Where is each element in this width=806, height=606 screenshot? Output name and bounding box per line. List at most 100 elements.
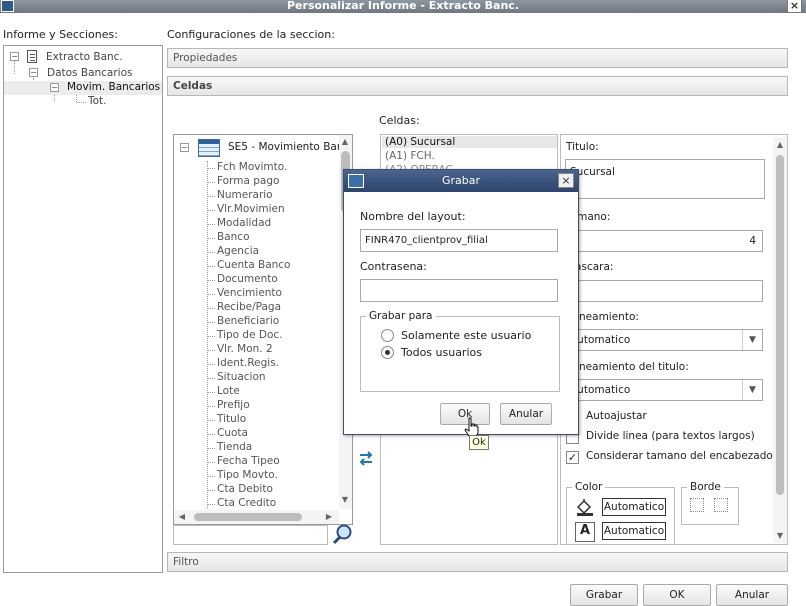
cell-item-a1[interactable]: (A1) FCH. [385,150,435,162]
titulo-label: Titulo: [566,141,599,153]
radio-solamente-usuario[interactable] [381,329,394,342]
informe-secciones-label: Informe y Secciones: [3,28,118,41]
field-item[interactable]: Agencia [217,245,259,257]
fill-color-button[interactable]: Automatico [602,498,666,516]
celdas-label: Celdas: [379,114,420,127]
border-icon[interactable] [690,498,704,512]
report-sections-tree[interactable]: − Extracto Banc. − Datos Bancarios − Mov… [3,45,163,573]
radio-todos-usuarios-label: Todos usuarios [401,346,482,359]
field-item[interactable]: Prefijo [217,399,250,411]
field-item[interactable]: Recibe/Paga [217,301,281,313]
cell-item-a0[interactable]: (A0) Sucursal [382,136,557,148]
password-label: Contrasena: [360,260,427,273]
search-icon[interactable] [330,522,354,546]
tree-item-extracto-banc[interactable]: Extracto Banc. [46,51,123,63]
fields-tree[interactable]: − SE5 - Movimiento Banc Fch Movimto. Form… [173,134,353,525]
hand-cursor-icon [464,417,480,437]
field-item[interactable]: Tienda [217,441,252,453]
fields-hscroll-thumb[interactable] [194,513,302,521]
grabar-dialog: Grabar × Nombre del layout: FINR470_clie… [343,169,579,435]
chevron-down-icon[interactable]: ▼ [742,330,762,350]
field-item[interactable]: Fch Movimto. [217,161,287,173]
anular-button[interactable]: Anular [716,584,788,606]
field-item[interactable]: Beneficiario [217,315,279,327]
field-item[interactable]: Fecha Tipeo [217,455,280,467]
text-color-button[interactable]: Automatico [602,522,666,540]
window-title: Personalizar Informe - Extracto Banc. [287,0,519,12]
fields-search-input[interactable] [173,525,328,545]
filtro-section[interactable]: Filtro [167,552,788,572]
collapse-table-icon[interactable]: − [180,143,189,152]
properties-scroll-thumb[interactable] [776,155,784,495]
field-item[interactable]: Forma pago [217,175,279,187]
field-item[interactable]: Vlr.Movimien [217,203,285,215]
titulo-input[interactable]: Sucursal [565,159,765,199]
layout-name-input[interactable]: FINR470_clientprov_filial [360,229,558,252]
config-section-label: Configuraciones de la seccion: [167,28,335,41]
field-item[interactable]: Cuenta Banco [217,259,290,271]
grabar-button[interactable]: Grabar [570,584,638,606]
field-item[interactable]: Tipo Movto. [217,469,278,481]
mascara-input[interactable] [565,280,763,302]
table-label: SE5 - Movimiento Banc [228,141,350,153]
alineamiento-titulo-label: Alineamiento del titulo: [566,361,689,373]
alineamiento-titulo-value: Automatico [570,384,631,396]
field-item[interactable]: Ident.Regis. [217,357,279,369]
radio-solamente-usuario-label: Solamente este usuario [401,329,532,342]
dialog-cancel-button[interactable]: Anular [500,403,552,425]
tree-item-movim-bancarios[interactable]: Movim. Bancarios [67,81,160,93]
scroll-down-icon[interactable]: ▼ [340,495,350,505]
tree-item-tot[interactable]: Tot. [88,95,107,107]
field-item[interactable]: Lote [217,385,240,397]
chevron-down-icon[interactable]: ▼ [742,380,762,400]
alineamiento-value: Automatico [570,334,631,346]
propiedades-section[interactable]: Propiedades [167,48,788,68]
field-item[interactable]: Numerario [217,189,273,201]
tamano-input[interactable]: 4 [565,230,763,252]
alineamiento-select[interactable]: Automatico ▼ [565,329,763,351]
scroll-up-icon[interactable]: ▲ [775,140,785,150]
field-item[interactable]: Banco [217,231,250,243]
scroll-right-icon[interactable]: ▶ [324,512,334,522]
field-item[interactable]: Titulo [217,413,246,425]
reorder-icon[interactable] [358,450,374,468]
field-item[interactable]: Cta Credito [217,497,276,509]
cell-properties-panel: Titulo: Sucursal Tamano: 4 Mascara: Alin… [560,134,788,545]
app-icon [1,0,14,12]
considerar-tamano-checkbox[interactable]: ✓ [566,451,579,464]
collapse-movim-icon[interactable]: − [50,83,59,92]
window-title-bar: Personalizar Informe - Extracto Banc. × [0,0,806,13]
dialog-close-button[interactable]: × [558,173,574,188]
table-icon [198,139,220,157]
password-input[interactable] [360,279,558,302]
close-window-button[interactable]: × [787,0,802,13]
field-item[interactable]: Situacion [217,371,266,383]
properties-scrollbar[interactable]: ▲ ▼ [773,137,787,543]
considerar-tamano-label: Considerar tamano del encabezado [586,450,773,462]
tree-item-datos-bancarios[interactable]: Datos Bancarios [47,67,133,79]
field-item[interactable]: Documento [217,273,278,285]
fields-table-header[interactable]: − SE5 - Movimiento Banc [180,139,349,157]
ok-button[interactable]: OK [643,584,711,606]
field-item[interactable]: Vlr. Mon. 2 [217,343,273,355]
scroll-up-icon[interactable]: ▲ [340,137,350,147]
field-item[interactable]: Vencimiento [217,287,282,299]
autoajustar-label: Autoajustar [586,410,647,422]
collapse-extracto-icon[interactable]: − [10,52,19,61]
color-group: Color Automatico A Automatico [566,481,675,544]
layout-name-label: Nombre del layout: [360,210,466,223]
radio-todos-usuarios[interactable] [381,346,394,359]
field-item[interactable]: Tipo de Doc. [217,329,283,341]
field-item[interactable]: Modalidad [217,217,271,229]
grabar-para-label: Grabar para [366,310,436,322]
field-item[interactable]: Cuota [217,427,248,439]
fields-horizontal-scrollbar[interactable]: ◀ ▶ [174,510,339,524]
grabar-para-group: Grabar para Solamente este usuario Todos… [360,310,560,392]
alineamiento-titulo-select[interactable]: Automatico ▼ [565,379,763,401]
border-icon[interactable] [714,498,728,512]
field-item[interactable]: Cta Debito [217,483,273,495]
scroll-left-icon[interactable]: ◀ [177,512,187,522]
collapse-datos-icon[interactable]: − [29,68,38,77]
celdas-section[interactable]: Celdas [167,76,788,96]
scroll-down-icon[interactable]: ▼ [775,531,785,541]
